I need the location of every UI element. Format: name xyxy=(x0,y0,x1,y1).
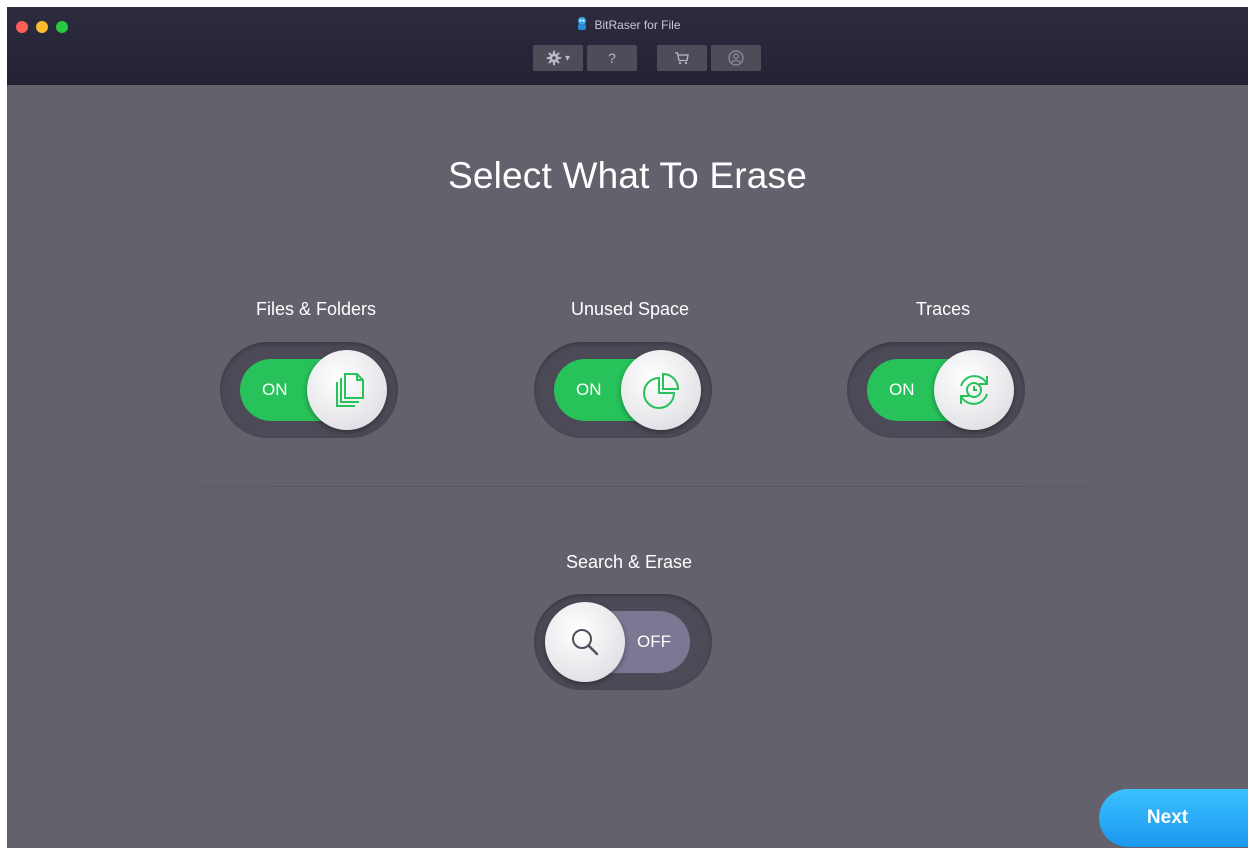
toggle-state: ON xyxy=(262,380,288,399)
toggle-knob[interactable] xyxy=(934,350,1014,430)
traces-label: Traces xyxy=(915,299,971,319)
page-title: Select What To Erase xyxy=(447,155,808,196)
account-button[interactable] xyxy=(711,45,761,71)
cart-icon xyxy=(675,52,689,65)
toggle-state: ON xyxy=(576,380,602,399)
app-window: BitRaser for File ▾ ? Select What To Era… xyxy=(7,7,1248,848)
app-logo-icon xyxy=(578,17,587,30)
window-title: BitRaser for File xyxy=(7,16,1248,32)
search-erase-toggle[interactable]: OFF xyxy=(534,594,712,690)
help-label: ? xyxy=(608,50,616,66)
gear-icon xyxy=(546,50,562,66)
unused-space-label: Unused Space xyxy=(570,299,690,319)
unused-space-toggle[interactable]: ON xyxy=(534,342,712,438)
toggle-state: ON xyxy=(889,380,915,399)
pie-chart-icon xyxy=(643,372,680,409)
help-button[interactable]: ? xyxy=(587,45,637,71)
history-icon xyxy=(960,375,988,405)
files-folders-label: Files & Folders xyxy=(255,299,377,319)
traces-toggle[interactable]: ON xyxy=(847,342,1025,438)
toggle-knob[interactable] xyxy=(545,602,625,682)
section-divider xyxy=(117,486,1177,487)
toggle-knob[interactable] xyxy=(307,350,387,430)
dropdown-arrow-icon: ▾ xyxy=(564,52,571,64)
settings-button[interactable]: ▾ xyxy=(533,45,583,71)
cart-button[interactable] xyxy=(657,45,707,71)
user-icon xyxy=(728,50,744,66)
toggle-knob[interactable] xyxy=(621,350,701,430)
files-icon xyxy=(336,373,364,407)
search-erase-label: Search & Erase xyxy=(565,552,693,572)
title-bar: BitRaser for File ▾ ? xyxy=(7,7,1248,85)
next-button[interactable]: Next xyxy=(1099,789,1248,847)
app-title: BitRaser for File xyxy=(594,18,681,32)
files-folders-toggle[interactable]: ON xyxy=(220,342,398,438)
toggle-state: OFF xyxy=(637,632,671,651)
search-icon xyxy=(572,629,599,656)
